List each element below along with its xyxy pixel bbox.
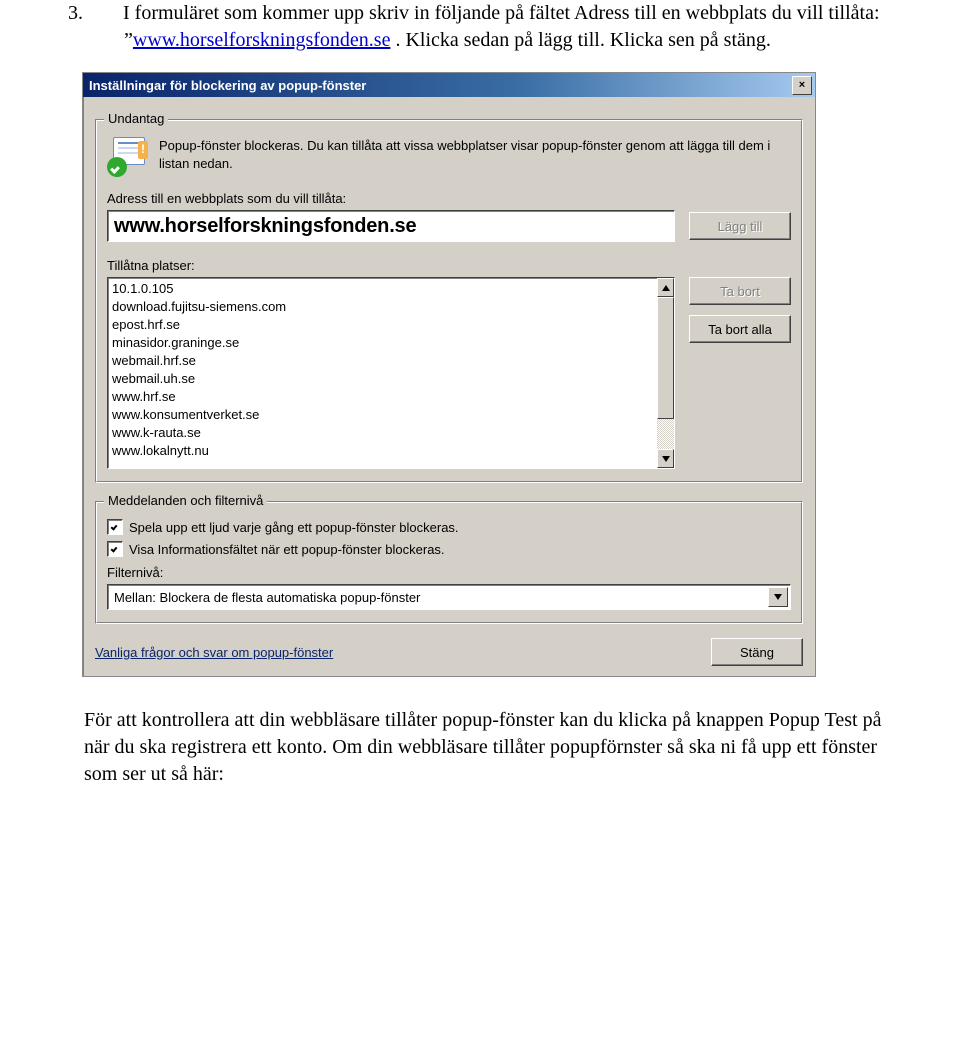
- dialog-titlebar: Inställningar för blockering av popup-fö…: [83, 73, 815, 97]
- scroll-down-button[interactable]: [657, 449, 674, 468]
- exceptions-groupbox: Undantag ! Popup-fönster blockeras. Du k…: [95, 119, 803, 483]
- play-sound-checkbox[interactable]: [107, 519, 123, 535]
- list-item[interactable]: 10.1.0.105: [112, 280, 657, 298]
- add-button[interactable]: Lägg till: [689, 212, 791, 240]
- list-item[interactable]: www.lokalnytt.nu: [112, 442, 657, 460]
- filter-level-label: Filternivå:: [107, 565, 791, 580]
- exceptions-description: Popup-fönster blockeras. Du kan tillåta …: [159, 137, 791, 172]
- close-button[interactable]: Stäng: [711, 638, 803, 666]
- chevron-up-icon: [662, 284, 670, 292]
- dialog-close-button[interactable]: ×: [792, 76, 812, 95]
- scroll-thumb[interactable]: [657, 297, 674, 419]
- step-link[interactable]: www.horselforskningsfonden.se: [133, 29, 391, 51]
- list-item[interactable]: epost.hrf.se: [112, 316, 657, 334]
- allowed-label: Tillåtna platser:: [107, 258, 791, 273]
- settings-legend: Meddelanden och filternivå: [104, 493, 267, 508]
- list-item[interactable]: www.hrf.se: [112, 388, 657, 406]
- show-infobar-checkbox[interactable]: [107, 541, 123, 557]
- remove-button[interactable]: Ta bort: [689, 277, 791, 305]
- list-item[interactable]: www.konsumentverket.se: [112, 406, 657, 424]
- step-number: 3.: [96, 0, 118, 27]
- outro-paragraph: För att kontrollera att din webbläsare t…: [84, 707, 905, 788]
- chevron-down-icon: [662, 455, 670, 463]
- play-sound-label: Spela upp ett ljud varje gång ett popup-…: [129, 520, 459, 535]
- list-item[interactable]: www.k-rauta.se: [112, 424, 657, 442]
- settings-groupbox: Meddelanden och filternivå Spela upp ett…: [95, 501, 803, 624]
- instruction-step: 3. I formuläret som kommer upp skriv in …: [84, 0, 905, 54]
- step-text-b: . Klicka sedan på lägg till. Klicka sen …: [390, 29, 770, 51]
- url-field-label: Adress till en webbplats som du vill til…: [107, 191, 791, 206]
- list-item[interactable]: webmail.hrf.se: [112, 352, 657, 370]
- chevron-down-icon: [774, 593, 782, 601]
- exceptions-legend: Undantag: [104, 111, 168, 126]
- faq-link[interactable]: Vanliga frågor och svar om popup-fönster: [95, 645, 333, 660]
- remove-all-button[interactable]: Ta bort alla: [689, 315, 791, 343]
- popup-settings-dialog: Inställningar för blockering av popup-fö…: [82, 72, 816, 677]
- scroll-up-button[interactable]: [657, 278, 674, 297]
- dropdown-button[interactable]: [768, 587, 788, 607]
- popup-allow-icon: !: [107, 137, 149, 177]
- list-item[interactable]: minasidor.graninge.se: [112, 334, 657, 352]
- filter-level-dropdown[interactable]: Mellan: Blockera de flesta automatiska p…: [107, 584, 791, 610]
- list-item[interactable]: webmail.uh.se: [112, 370, 657, 388]
- dialog-title: Inställningar för blockering av popup-fö…: [89, 78, 366, 93]
- listbox-scrollbar[interactable]: [657, 278, 674, 468]
- filter-level-value: Mellan: Blockera de flesta automatiska p…: [108, 585, 766, 609]
- show-infobar-label: Visa Informationsfältet när ett popup-fö…: [129, 542, 445, 557]
- allowed-listbox[interactable]: 10.1.0.105download.fujitsu-siemens.comep…: [107, 277, 675, 469]
- list-item[interactable]: download.fujitsu-siemens.com: [112, 298, 657, 316]
- close-icon: ×: [799, 79, 805, 91]
- url-input[interactable]: www.horselforskningsfonden.se: [107, 210, 675, 242]
